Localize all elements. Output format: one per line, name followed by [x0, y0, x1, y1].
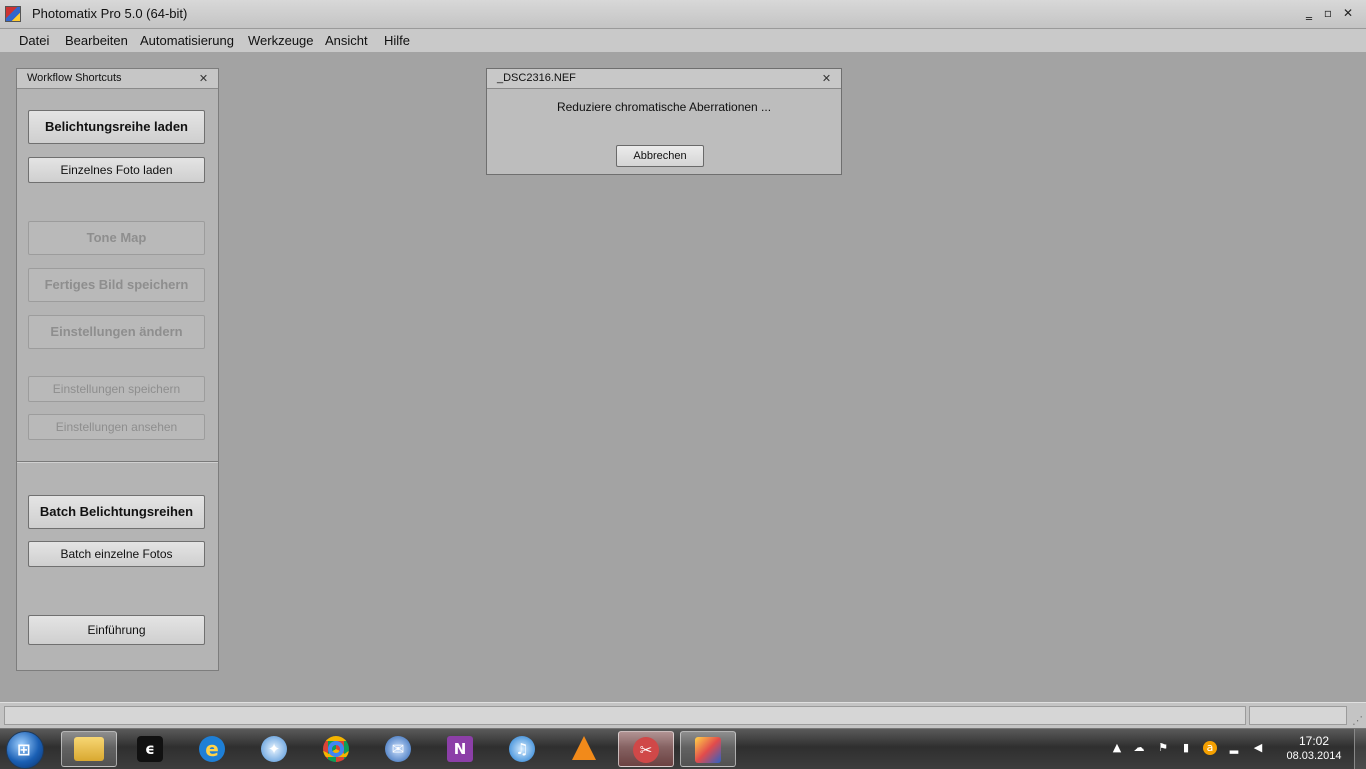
- batch-single-photos-button[interactable]: Batch einzelne Fotos: [28, 541, 205, 567]
- file-explorer-icon: [74, 737, 104, 761]
- thunderbird-icon: ✉: [385, 736, 411, 762]
- taskbar-photomatix-running[interactable]: [680, 731, 736, 767]
- clock-date[interactable]: 08.03.2014: [1280, 750, 1348, 762]
- minimize-button[interactable]: ‗: [1301, 5, 1317, 21]
- taskbar-vlc[interactable]: [556, 731, 612, 767]
- restore-button[interactable]: ▫: [1320, 5, 1336, 21]
- dialog-close-icon[interactable]: ✕: [821, 73, 832, 84]
- workflow-shortcuts-panel: Workflow Shortcuts ✕ Belichtungsreihe la…: [16, 68, 219, 671]
- internet-explorer-icon: e: [199, 736, 225, 762]
- show-hidden-icons-icon[interactable]: ▲: [1110, 741, 1124, 755]
- windows-taskbar: ⊞ ϵ e ✦ ✉ N ♫ ✂ ▲ ☁ ⚑ ▮ a ▂ ◀ 17:02 08.0…: [0, 728, 1366, 769]
- start-button[interactable]: ⊞: [6, 731, 44, 769]
- resize-grip-icon[interactable]: ⋰: [1352, 715, 1363, 726]
- photomatix-running-icon: [695, 737, 721, 763]
- dialog-title: _DSC2316.NEF: [497, 72, 576, 84]
- taskbar-chrome[interactable]: [308, 731, 364, 767]
- load-single-photo-button[interactable]: Einzelnes Foto laden: [28, 157, 205, 183]
- menu-datei[interactable]: Datei: [19, 33, 49, 48]
- save-final-image-button[interactable]: Fertiges Bild speichern: [28, 268, 205, 302]
- vlc-icon: [572, 736, 596, 760]
- menu-hilfe[interactable]: Hilfe: [384, 33, 410, 48]
- tone-map-button[interactable]: Tone Map: [28, 221, 205, 255]
- taskbar-app-c[interactable]: ϵ: [122, 731, 178, 767]
- status-bar: ⋰: [0, 702, 1366, 729]
- title-bar: Photomatix Pro 5.0 (64-bit) ‗ ▫ ✕: [0, 0, 1366, 29]
- view-settings-button[interactable]: Einstellungen ansehen: [28, 414, 205, 440]
- photomatix-pinned-icon: ✂: [633, 737, 659, 763]
- windows-logo-icon: ⊞: [17, 740, 31, 759]
- panel-title: Workflow Shortcuts: [27, 72, 122, 84]
- close-button[interactable]: ✕: [1340, 5, 1356, 21]
- panel-close-icon[interactable]: ✕: [198, 73, 209, 84]
- safari-icon: ✦: [261, 736, 287, 762]
- clock-time[interactable]: 17:02: [1284, 734, 1344, 748]
- taskbar-itunes[interactable]: ♫: [494, 731, 550, 767]
- onedrive-icon[interactable]: ☁: [1132, 741, 1146, 755]
- app-c-icon: ϵ: [137, 736, 163, 762]
- onenote-icon: N: [447, 736, 473, 762]
- status-field-secondary: [1249, 706, 1347, 725]
- taskbar-photomatix-pinned[interactable]: ✂: [618, 731, 674, 767]
- photomatix-app-icon: [5, 6, 21, 22]
- network-signal-icon[interactable]: ▂: [1227, 741, 1241, 755]
- save-settings-button[interactable]: Einstellungen speichern: [28, 376, 205, 402]
- taskbar-onenote[interactable]: N: [432, 731, 488, 767]
- taskbar-internet-explorer[interactable]: e: [184, 731, 240, 767]
- progress-dialog: _DSC2316.NEF ✕ Reduziere chromatische Ab…: [486, 68, 842, 175]
- change-settings-button[interactable]: Einstellungen ändern: [28, 315, 205, 349]
- introduction-button[interactable]: Einführung: [28, 615, 205, 645]
- dialog-header: _DSC2316.NEF ✕: [487, 69, 841, 89]
- avast-icon[interactable]: a: [1203, 741, 1217, 755]
- itunes-icon: ♫: [509, 736, 535, 762]
- cancel-button[interactable]: Abbrechen: [616, 145, 704, 167]
- menu-bar: Datei Bearbeiten Automatisierung Werkzeu…: [0, 29, 1366, 52]
- menu-werkzeuge[interactable]: Werkzeuge: [248, 33, 314, 48]
- dialog-message: Reduziere chromatische Aberrationen ...: [556, 100, 772, 114]
- status-field-main: [4, 706, 1246, 725]
- window-title: Photomatix Pro 5.0 (64-bit): [32, 6, 188, 21]
- power-icon[interactable]: ▮: [1179, 741, 1193, 755]
- menu-ansicht[interactable]: Ansicht: [325, 33, 368, 48]
- taskbar-safari[interactable]: ✦: [246, 731, 302, 767]
- menu-automatisierung[interactable]: Automatisierung: [140, 33, 234, 48]
- volume-icon[interactable]: ◀: [1251, 741, 1265, 755]
- taskbar-file-explorer[interactable]: [61, 731, 117, 767]
- chrome-icon: [323, 736, 349, 762]
- menu-bearbeiten[interactable]: Bearbeiten: [65, 33, 128, 48]
- batch-bracketed-button[interactable]: Batch Belichtungsreihen: [28, 495, 205, 529]
- action-center-flag-icon[interactable]: ⚑: [1156, 741, 1170, 755]
- show-desktop-button[interactable]: [1354, 729, 1366, 769]
- panel-header: Workflow Shortcuts ✕: [17, 69, 218, 89]
- panel-divider: [17, 461, 218, 463]
- taskbar-thunderbird[interactable]: ✉: [370, 731, 426, 767]
- load-bracketed-button[interactable]: Belichtungsreihe laden: [28, 110, 205, 144]
